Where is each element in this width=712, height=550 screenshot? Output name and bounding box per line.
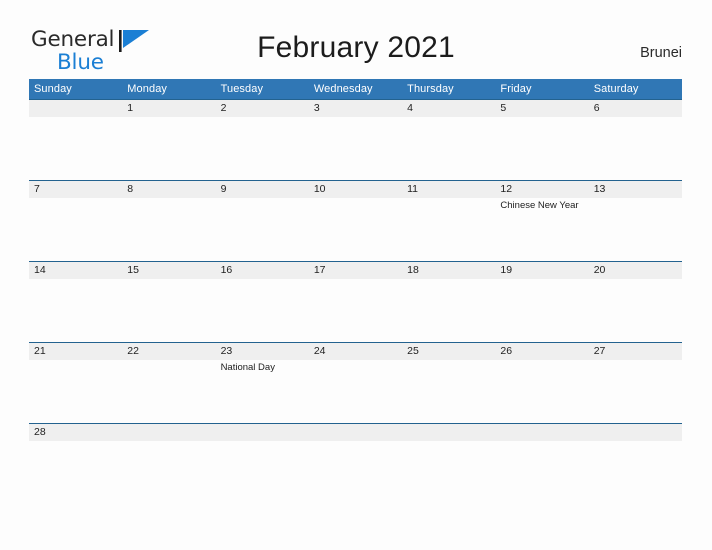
calendar-day-cell[interactable]: 26 xyxy=(495,342,589,423)
calendar-day-cell[interactable]: 28 xyxy=(29,423,123,441)
calendar-day-cell[interactable]: 5 xyxy=(495,99,589,180)
day-number: 12 xyxy=(495,180,589,198)
calendar-empty-cell xyxy=(215,423,309,441)
calendar-day-cell[interactable]: 22 xyxy=(122,342,216,423)
calendar-day-cell[interactable]: 17 xyxy=(308,261,403,342)
day-number: 4 xyxy=(402,99,496,117)
calendar-empty-cell xyxy=(29,99,123,180)
day-number: 5 xyxy=(495,99,589,117)
calendar-day-cell[interactable]: 3 xyxy=(308,99,403,180)
calendar-week-row: 21 22 23 National Day 24 25 26 27 xyxy=(29,342,682,423)
day-number: 14 xyxy=(29,261,123,279)
calendar-week-row: 123456 xyxy=(29,99,682,180)
holiday-label: National Day xyxy=(220,362,275,373)
calendar-day-cell[interactable]: 6 xyxy=(588,99,682,180)
calendar-page: General Blue February 2021 Brunei Sunday… xyxy=(0,0,712,550)
day-number: 10 xyxy=(308,180,403,198)
day-number xyxy=(215,423,309,441)
page-header: General Blue February 2021 Brunei xyxy=(0,0,712,78)
day-number: 28 xyxy=(29,423,123,441)
calendar-week-row: 28 xyxy=(29,423,682,441)
day-number: 24 xyxy=(308,342,403,360)
weekday-header-sunday: Sunday xyxy=(29,79,123,99)
calendar-day-cell[interactable]: 21 xyxy=(29,342,123,423)
holiday-label: Chinese New Year xyxy=(500,200,579,211)
day-number: 19 xyxy=(495,261,589,279)
calendar-day-cell[interactable]: 7 xyxy=(29,180,123,261)
day-number: 3 xyxy=(308,99,403,117)
day-number xyxy=(588,423,682,441)
calendar-day-cell[interactable]: 16 xyxy=(215,261,309,342)
calendar-day-cell[interactable]: 8 xyxy=(122,180,216,261)
calendar-day-cell[interactable]: 10 xyxy=(308,180,403,261)
day-number: 23 xyxy=(215,342,309,360)
day-number: 18 xyxy=(402,261,496,279)
day-number: 2 xyxy=(215,99,309,117)
country-label: Brunei xyxy=(640,45,682,61)
day-number: 6 xyxy=(588,99,682,117)
calendar-empty-cell xyxy=(122,423,216,441)
calendar-day-cell[interactable]: 20 xyxy=(588,261,682,342)
day-number: 26 xyxy=(495,342,589,360)
calendar-day-cell[interactable]: 12 Chinese New Year xyxy=(495,180,589,261)
day-number: 22 xyxy=(122,342,216,360)
calendar-body: 1 2 3 4 5 6 7 8 9 10 11 12 Chinese New Year 13 14 15 16 1… xyxy=(29,99,682,441)
calendar-day-cell[interactable]: 24 xyxy=(308,342,403,423)
calendar-empty-cell xyxy=(402,423,496,441)
page-title: February 2021 xyxy=(257,31,455,64)
day-number: 1 xyxy=(122,99,216,117)
weekday-header-friday: Friday xyxy=(495,79,589,99)
weekday-header-tuesday: Tuesday xyxy=(215,79,309,99)
day-events: National Day xyxy=(216,360,309,374)
day-number: 15 xyxy=(122,261,216,279)
day-number: 16 xyxy=(215,261,309,279)
calendar-week-row: 7 8 9 10 11 12 Chinese New Year 13 xyxy=(29,180,682,261)
day-number xyxy=(495,423,589,441)
calendar-day-cell[interactable]: 4 xyxy=(402,99,496,180)
calendar-empty-cell xyxy=(588,423,682,441)
calendar-grid: Sunday Monday Tuesday Wednesday Thursday… xyxy=(29,79,682,441)
calendar-day-cell[interactable]: 27 xyxy=(588,342,682,423)
calendar-day-cell[interactable]: 11 xyxy=(402,180,496,261)
calendar-empty-cell xyxy=(308,423,403,441)
day-number: 11 xyxy=(402,180,496,198)
weekday-header-row: Sunday Monday Tuesday Wednesday Thursday… xyxy=(29,79,682,99)
day-number: 17 xyxy=(308,261,403,279)
day-number: 20 xyxy=(588,261,682,279)
day-number: 7 xyxy=(29,180,123,198)
calendar-day-cell[interactable]: 15 xyxy=(122,261,216,342)
calendar-empty-cell xyxy=(495,423,589,441)
day-number: 25 xyxy=(402,342,496,360)
weekday-header-saturday: Saturday xyxy=(588,79,682,99)
calendar-day-cell[interactable]: 13 xyxy=(588,180,682,261)
calendar-day-cell[interactable]: 19 xyxy=(495,261,589,342)
weekday-header-monday: Monday xyxy=(122,79,216,99)
calendar-day-cell[interactable]: 25 xyxy=(402,342,496,423)
calendar-week-row: 14 15 16 17 18 19 20 xyxy=(29,261,682,342)
day-number: 8 xyxy=(122,180,216,198)
day-number xyxy=(402,423,496,441)
day-number: 27 xyxy=(588,342,682,360)
day-number xyxy=(308,423,403,441)
calendar-day-cell[interactable]: 18 xyxy=(402,261,496,342)
calendar-day-cell[interactable]: 1 xyxy=(122,99,216,180)
calendar-day-cell[interactable]: 14 xyxy=(29,261,123,342)
day-number: 9 xyxy=(215,180,309,198)
day-number: 21 xyxy=(29,342,123,360)
day-number: 13 xyxy=(588,180,682,198)
day-number xyxy=(29,99,123,117)
day-events: Chinese New Year xyxy=(495,198,588,212)
day-number xyxy=(122,423,216,441)
weekday-header-thursday: Thursday xyxy=(402,79,496,99)
calendar-day-cell[interactable]: 2 xyxy=(215,99,309,180)
calendar-day-cell[interactable]: 9 xyxy=(215,180,309,261)
weekday-header-wednesday: Wednesday xyxy=(308,79,403,99)
calendar-day-cell[interactable]: 23 National Day xyxy=(215,342,309,423)
